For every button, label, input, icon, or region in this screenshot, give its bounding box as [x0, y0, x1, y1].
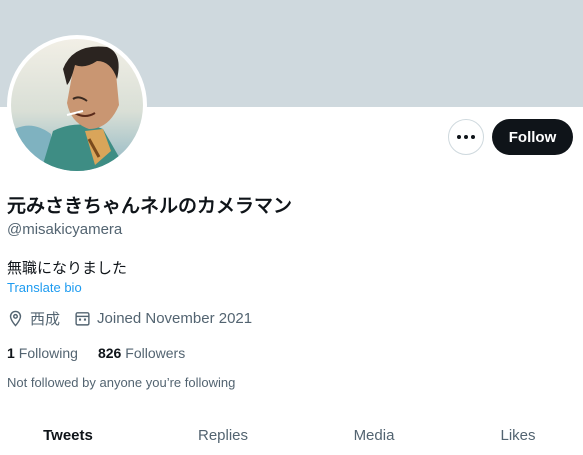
tab-likes[interactable]: Likes [450, 415, 583, 455]
followers-link[interactable]: 826 Followers [98, 345, 185, 361]
following-label: Following [18, 345, 78, 361]
profile-meta: 西成 Joined November 2021 [7, 308, 266, 329]
profile-bio: 無職になりました [7, 259, 128, 277]
more-options-button[interactable] [448, 119, 484, 155]
display-name: 元みさきちゃんネルのカメラマン [7, 195, 293, 217]
joined-text: Joined November 2021 [97, 310, 253, 327]
profile-tabs: Tweets Replies Media Likes [0, 415, 583, 455]
tab-tweets[interactable]: Tweets [0, 415, 136, 455]
avatar-image [11, 39, 143, 171]
following-count: 1 [7, 345, 15, 361]
followers-count: 826 [97, 345, 122, 361]
followers-label: Followers [125, 345, 186, 361]
translate-bio-link[interactable]: Translate bio [7, 280, 82, 295]
calendar-icon [75, 312, 90, 326]
profile-joined: Joined November 2021 [74, 310, 252, 327]
follow-stats: 1 Following 826 Followers [7, 345, 205, 361]
avatar[interactable] [7, 35, 147, 175]
profile-handle: @misakicyamera [7, 221, 123, 238]
tab-replies[interactable]: Replies [155, 415, 291, 455]
location-text: 西成 [30, 310, 61, 328]
tab-media[interactable]: Media [306, 415, 442, 455]
followed-by-text: Not followed by anyone you’re following [7, 375, 236, 390]
location-pin-icon [9, 310, 22, 327]
profile-location: 西成 [7, 308, 60, 329]
more-horizontal-icon [457, 135, 475, 139]
follow-button[interactable]: Follow [492, 119, 573, 155]
following-link[interactable]: 1 Following [7, 345, 78, 361]
